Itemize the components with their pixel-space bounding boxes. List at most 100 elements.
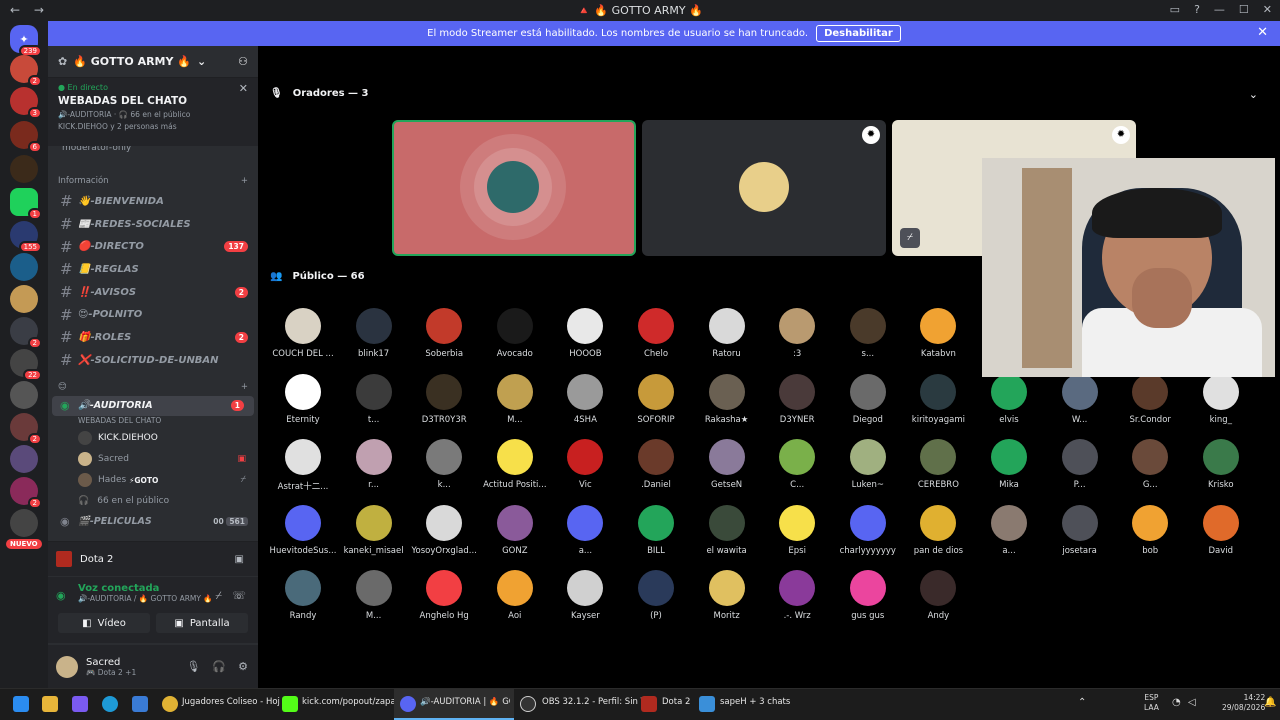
audience-member[interactable]: HuevitodeSus... [268,504,338,556]
audience-member[interactable]: t... [339,373,409,425]
audience-member[interactable]: gus gus [833,570,903,621]
audience-member[interactable]: 4SHA [550,373,620,425]
audience-member[interactable]: M... [480,373,550,425]
audience-member[interactable]: Soberbia [409,308,479,359]
activity-panel[interactable]: Dota 2 ▣ [48,541,258,576]
audience-member[interactable]: Epsi [762,504,832,556]
audience-member[interactable]: G... [1115,439,1185,490]
audience-member[interactable]: Astrat十二... [268,439,338,492]
disconnect-icon[interactable]: ☏ [232,589,246,602]
audience-member[interactable]: CEREBRO [903,439,973,490]
audience-member[interactable]: HOOOB [550,308,620,359]
voice-location[interactable]: 🔊-AUDITORIA / 🔥 GOTTO ARMY 🔥 [78,594,248,603]
headphones-icon[interactable]: 🎧 [212,660,226,673]
audience-member[interactable]: P... [1045,439,1115,490]
minimize-button[interactable]: — [1214,3,1225,16]
audience-member[interactable]: Moritz [692,570,762,621]
channel-item[interactable]: # 🔴-DIRECTO 137 [48,235,258,258]
file-explorer-icon[interactable] [42,696,58,712]
stage-channel-item[interactable]: ◉ 🔊-AUDITORIA 1 [52,395,254,416]
chevron-down-icon[interactable]: ⌄ [1249,88,1258,101]
chrome-icon[interactable] [162,696,178,712]
voice-user[interactable]: Hades ⚡GOTO ⌿ [48,470,258,491]
audience-member[interactable]: Eternity [268,373,338,425]
server-icon[interactable] [10,155,38,183]
taskbar-item[interactable]: Dota 2 [662,697,690,707]
audience-member[interactable]: Actitud Positi... [480,439,550,490]
taskbar-item[interactable]: sapeH + 3 chats [720,697,790,707]
app-icon[interactable] [72,696,88,712]
plus-icon[interactable]: + [241,176,248,186]
server-icon[interactable] [10,381,38,409]
dota-icon[interactable] [641,696,657,712]
taskbar-item[interactable]: Jugadores Coliseo - Hoj [182,697,280,707]
server-icon[interactable]: 155 [10,221,42,253]
server-icon[interactable] [10,445,38,473]
avatar[interactable] [56,655,78,678]
audience-member[interactable]: blink17 [339,308,409,359]
audience-member[interactable]: s... [833,308,903,359]
audience-member[interactable]: Luken~ [833,439,903,490]
audience-member[interactable]: Chelo [621,308,691,359]
audience-member[interactable]: josetara [1045,504,1115,556]
audience-member[interactable]: k... [409,439,479,490]
add-user-icon[interactable]: ⚇ [238,55,248,68]
audience-member[interactable]: king_ [1186,373,1256,425]
audience-member[interactable]: Katabvn [903,308,973,359]
taskbar-item[interactable]: kick.com/popout/zapati [302,697,401,707]
server-icon[interactable]: 2 [10,317,42,349]
video-button[interactable]: ◧ Vídeo [58,613,150,633]
close-icon[interactable]: ✕ [1257,25,1268,40]
audience-member[interactable]: Avocado [480,308,550,359]
audience-member[interactable]: elvis [974,373,1044,425]
channel-item[interactable]: ◉ 🎬-PELICULAS 00 561 [48,512,258,532]
server-icon[interactable] [10,285,38,313]
taskbar-item[interactable]: 🔊-AUDITORIA | 🔥 GO [420,697,510,707]
channel-item[interactable]: # ‼️-AVISOS 2 [48,281,258,304]
audience-member[interactable]: COUCH DEL ... [268,308,338,359]
audience-member[interactable]: a... [974,504,1044,556]
audience-member[interactable]: r... [339,439,409,490]
home-button[interactable]: ✦ 239 [10,25,42,57]
audience-member[interactable]: D3YNER [762,373,832,425]
chat-icon[interactable] [699,696,715,712]
obs-icon[interactable] [520,696,536,712]
server-icon[interactable]: 2 [10,55,42,87]
server-icon[interactable]: 2 [10,477,42,509]
audience-member[interactable]: Mika [974,439,1044,490]
channel-item[interactable]: # 😍-POLNITO [48,303,258,326]
audience-member[interactable]: charlyyyyyyy [833,504,903,556]
help-icon[interactable]: ? [1194,3,1200,16]
gear-icon[interactable]: ⚙ [238,660,248,673]
speaker-tile[interactable]: ✹ [642,120,886,256]
speaker-tile[interactable] [392,120,636,256]
audience-member[interactable]: :3 [762,308,832,359]
volume-icon[interactable]: ◁ [1188,697,1196,708]
voice-user[interactable]: KICK.DIEHOO [48,428,258,449]
channel-item[interactable]: # ❌-SOLICITUD-DE-UNBAN [48,349,258,372]
audience-member[interactable]: YosoyOrxglad... [409,504,479,556]
server-icon[interactable]: 2 [10,413,42,445]
kick-icon[interactable] [282,696,298,712]
audience-member[interactable]: kaneki_misael [339,504,409,556]
close-button[interactable]: ✕ [1263,3,1272,16]
audience-member[interactable]: GetseN [692,439,762,490]
channel-item[interactable]: # 👋-BIENVENIDA [48,190,258,213]
audience-member[interactable]: Vic [550,439,620,490]
screen-share-button[interactable]: ▣ Pantalla [156,613,248,633]
disable-button[interactable]: Deshabilitar [816,25,901,42]
live-stage-card[interactable]: ● En directo WEBADAS DEL CHATO 🔊-AUDITOR… [48,78,258,146]
share-icon[interactable]: ▣ [235,554,244,565]
audience-member[interactable]: D3TR0Y3R [409,373,479,425]
server-icon[interactable] [10,509,38,537]
clock[interactable]: 14:22 29/08/2026 [1222,693,1265,713]
chevron-up-icon[interactable]: ⌃ [1078,697,1086,708]
audience-member[interactable]: Randy [268,570,338,621]
channel-item[interactable]: # 🎁-ROLES 2 [48,326,258,349]
category-info[interactable]: Información + [48,172,258,190]
audience-member[interactable]: David [1186,504,1256,556]
plus-icon[interactable]: + [241,382,248,392]
audience-member[interactable]: Diegod [833,373,903,425]
audience-member[interactable]: BILL [621,504,691,556]
language-indicator[interactable]: ESP LAA [1144,693,1159,713]
